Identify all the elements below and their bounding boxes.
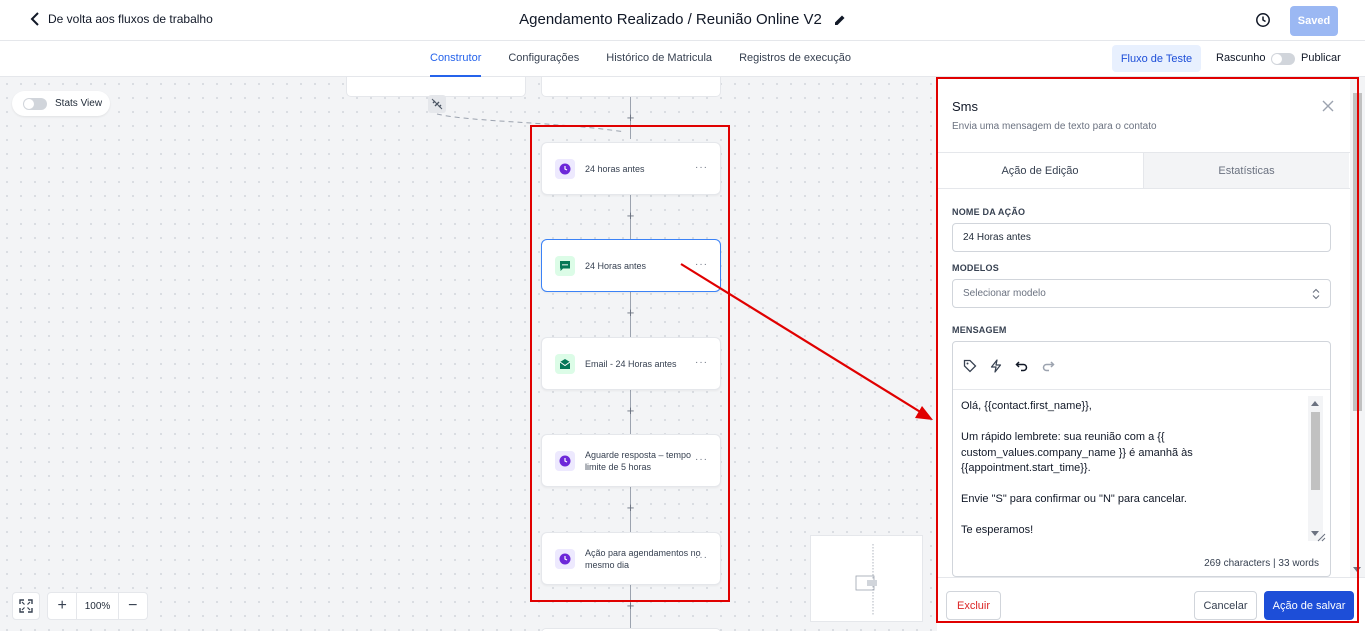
workflow-title: Agendamento Realizado / Reunião Online V… [519, 11, 822, 28]
history-clock-icon[interactable] [1255, 12, 1271, 28]
action-name-label: NOME DA AÇÃO [952, 207, 1026, 217]
fit-view-button[interactable] [12, 592, 40, 620]
undo-icon[interactable] [1015, 359, 1029, 373]
tab-statistics[interactable]: Estatísticas [1143, 153, 1349, 188]
zoom-level: 100% [76, 593, 119, 619]
panel-title: Sms [952, 99, 978, 114]
highlight-annotation-box [530, 125, 730, 602]
message-scrollbar[interactable] [1308, 396, 1323, 541]
top-bar: De volta aos fluxos de trabalho Agendame… [0, 0, 1365, 41]
pencil-icon[interactable] [834, 14, 846, 26]
lightning-icon[interactable] [989, 358, 1003, 373]
character-count: 269 characters | 33 words [1204, 558, 1319, 569]
workflow-title-wrapper: Agendamento Realizado / Reunião Online V… [0, 11, 1365, 28]
cancel-button[interactable]: Cancelar [1194, 591, 1257, 620]
message-label: MENSAGEM [952, 325, 1007, 335]
close-icon[interactable] [1321, 99, 1335, 113]
save-action-button[interactable]: Ação de salvar [1264, 591, 1354, 620]
templates-label: MODELOS [952, 263, 999, 273]
dashed-connector [436, 113, 626, 133]
panel-scroll-down-icon[interactable] [1353, 567, 1361, 572]
zoom-in-button[interactable]: + [48, 593, 76, 619]
test-flow-button[interactable]: Fluxo de Teste [1112, 45, 1201, 72]
zoom-controls: + 100% − [47, 592, 148, 620]
main-tabs: Construtor Configurações Histórico de Ma… [430, 41, 851, 77]
message-editor: Olá, {{contact.first_name}}, Um rápido l… [952, 341, 1331, 577]
tab-registros[interactable]: Registros de execução [739, 41, 851, 77]
tag-icon[interactable] [963, 359, 977, 373]
action-name-input[interactable]: 24 Horas antes [952, 223, 1331, 252]
redo-icon[interactable] [1041, 359, 1055, 373]
panel-footer: Excluir Cancelar Ação de salvar [937, 577, 1365, 631]
saved-button[interactable]: Saved [1290, 6, 1338, 36]
panel-subtitle: Envia uma mensagem de texto para o conta… [952, 121, 1157, 132]
panel-scroll-thumb[interactable] [1353, 93, 1362, 411]
scroll-up-icon[interactable] [1311, 401, 1319, 406]
action-panel: Sms Envia uma mensagem de texto para o c… [937, 77, 1365, 631]
message-textarea[interactable]: Olá, {{contact.first_name}}, Um rápido l… [953, 390, 1330, 550]
tab-edit-action[interactable]: Ação de Edição [937, 153, 1143, 188]
draft-label: Rascunho [1216, 52, 1266, 64]
expand-icon [19, 599, 33, 613]
tab-historico[interactable]: Histórico de Matricula [606, 41, 712, 77]
resize-handle-icon[interactable] [1316, 532, 1326, 542]
delete-button[interactable]: Excluir [946, 591, 1001, 620]
template-select-value: Selecionar modelo [963, 288, 1046, 299]
publish-toggle[interactable] [1271, 53, 1295, 65]
tab-configuracoes[interactable]: Configurações [508, 41, 579, 77]
zoom-out-button[interactable]: − [119, 593, 147, 619]
tabs-row: Construtor Configurações Histórico de Ma… [0, 41, 1365, 77]
add-step-plus[interactable]: + [624, 111, 637, 124]
tab-construtor[interactable]: Construtor [430, 41, 482, 77]
panel-tabs: Ação de Edição Estatísticas [937, 152, 1350, 189]
publish-label: Publicar [1301, 52, 1341, 64]
workflow-canvas[interactable]: Stats View + + + + + + 24 horas antes ··… [0, 77, 937, 631]
chevron-up-down-icon [1312, 288, 1320, 300]
scroll-thumb[interactable] [1311, 412, 1320, 490]
template-select[interactable]: Selecionar modelo [952, 279, 1331, 308]
minimap[interactable] [810, 535, 923, 622]
panel-scrollbar[interactable] [1350, 77, 1365, 577]
editor-toolbar [953, 342, 1330, 390]
